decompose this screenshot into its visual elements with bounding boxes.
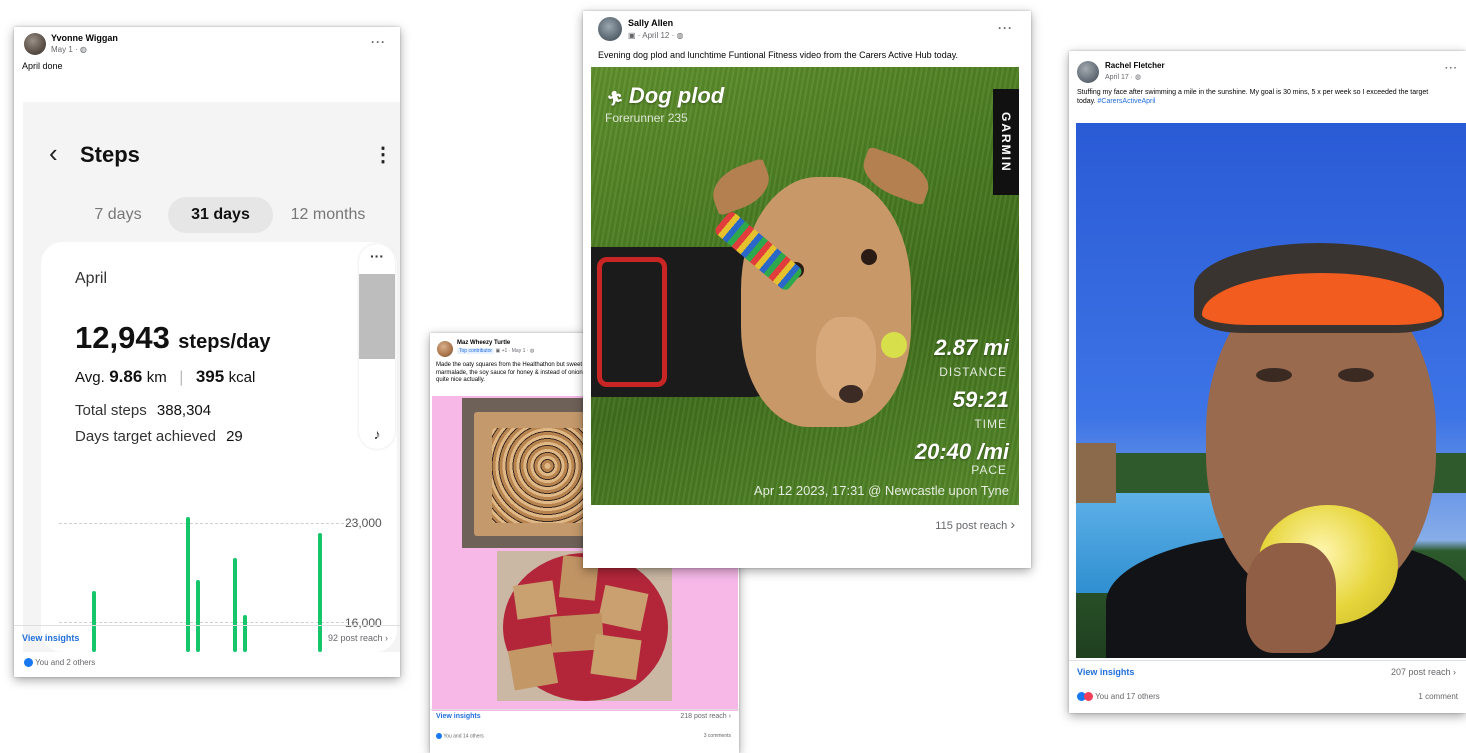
total-steps: Total steps 388,304: [75, 402, 212, 419]
chevron-right-icon: ›: [728, 713, 731, 720]
globe-icon: ◍: [1134, 74, 1142, 81]
grid-label-mid: 16,000: [345, 616, 382, 630]
scroll-track: [359, 274, 395, 359]
reactions[interactable]: You and 17 others: [1077, 692, 1160, 702]
author-name[interactable]: Rachel Fletcher: [1105, 61, 1165, 70]
chart-bar: [233, 558, 238, 652]
comments-count[interactable]: 1 comment: [1418, 692, 1458, 701]
post-reach[interactable]: 92 post reach ›: [328, 633, 388, 643]
more-options-icon[interactable]: ···: [1445, 63, 1458, 74]
post-date[interactable]: May 1 · ◍: [51, 45, 87, 54]
post-text: Stuffing my face after swimming a mile i…: [1077, 89, 1429, 105]
tab-12-months: 12 months: [290, 206, 366, 223]
grid-label-top: 23,000: [345, 516, 382, 530]
more-options-icon[interactable]: ···: [998, 21, 1013, 35]
post-reach[interactable]: 115 post reach ›: [935, 516, 1015, 532]
chart-bar: [195, 579, 200, 652]
dog-walk-photo: 🏃︎ Dog plod Forerunner 235 GARMIN 2.87 m…: [591, 67, 1019, 505]
pace-label: PACE: [971, 463, 1007, 477]
music-icon: ♪: [373, 426, 381, 442]
back-icon: ‹: [49, 138, 58, 168]
runner-icon: 🏃︎: [605, 90, 623, 106]
activity-title: 🏃︎ Dog plod: [605, 83, 725, 108]
view-insights-link[interactable]: View insights: [1077, 667, 1134, 677]
device-name: Forerunner 235: [605, 111, 688, 125]
avatar[interactable]: [598, 17, 622, 41]
steps-title: Steps: [80, 142, 140, 167]
like-icon: [24, 658, 33, 668]
love-icon: [1084, 692, 1093, 702]
plate-photo: [497, 551, 672, 701]
gridline-top: [59, 523, 359, 524]
steps-screenshot: ‹ Steps ⋮ 7 days 31 days 12 months April…: [23, 102, 400, 652]
steps-per-day: 12,943 steps/day: [75, 320, 271, 355]
more-icon: ···: [370, 248, 384, 264]
view-insights-link[interactable]: View insights: [436, 713, 481, 720]
post-date[interactable]: April 17 · ◍: [1105, 73, 1141, 81]
chart-bar: [318, 532, 323, 652]
chevron-right-icon: ›: [1010, 516, 1015, 532]
author-name[interactable]: Sally Allen: [628, 18, 673, 28]
pace-value: 20:40 /mi: [914, 439, 1009, 464]
more-options-icon[interactable]: ···: [371, 35, 386, 49]
garmin-logo: GARMIN: [993, 89, 1019, 195]
post-reach[interactable]: 218 post reach ›: [680, 713, 731, 720]
reactions[interactable]: You and 2 others: [24, 658, 95, 668]
reactions[interactable]: You and 14 others: [436, 733, 484, 739]
post-reach[interactable]: 207 post reach ›: [1391, 667, 1456, 677]
avatar[interactable]: [24, 33, 46, 55]
tab-7-days: 7 days: [94, 206, 142, 223]
post-card-rachel: Rachel Fletcher April 17 · ◍ ··· Stuffin…: [1069, 51, 1466, 713]
view-insights-link[interactable]: View insights: [22, 633, 79, 643]
globe-icon: ◍: [529, 348, 535, 354]
distance-value: 2.87 mi: [934, 335, 1009, 360]
post-text: April done: [22, 61, 63, 71]
post-card-yvonne: Yvonne Wiggan May 1 · ◍ ··· April done ‹…: [14, 27, 400, 677]
hashtag-link[interactable]: #CarersActiveApril: [1098, 98, 1156, 105]
month-label: April: [75, 270, 108, 287]
avg-distance: Avg. 9.86 km | 395 kcal: [75, 367, 256, 386]
post-text: Evening dog plod and lunchtime Funtional…: [598, 50, 959, 60]
chart-bar: [91, 590, 96, 652]
gridline-mid: [59, 622, 359, 623]
selfie-photo: [1076, 123, 1466, 658]
distance-label: DISTANCE: [939, 365, 1007, 379]
like-icon: [436, 733, 442, 739]
post-card-sally: Sally Allen ▣ · April 12 · ◍ ··· Evening…: [583, 11, 1031, 568]
time-value: 59:21: [952, 387, 1009, 412]
days-target: Days target achieved 29: [75, 428, 243, 445]
author-name[interactable]: Yvonne Wiggan: [51, 33, 118, 43]
comments-count[interactable]: 3 comments: [704, 733, 731, 739]
chart-bar: [186, 517, 191, 652]
avatar[interactable]: [437, 341, 453, 357]
author-name[interactable]: Maz Wheezy Turtle: [457, 340, 510, 346]
top-contributor-badge[interactable]: Top contributor: [457, 348, 495, 354]
photo-caption: Apr 12 2023, 17:31 @ Newcastle upon Tyne: [753, 483, 1009, 498]
chevron-right-icon: ›: [1453, 667, 1456, 677]
chevron-right-icon: ›: [385, 633, 388, 643]
tab-31-days: 31 days: [168, 197, 273, 233]
globe-icon: ◍: [676, 31, 684, 40]
side-panel: ··· ♪: [359, 244, 395, 449]
badge-icon: ▣: [495, 348, 501, 354]
avatar[interactable]: [1077, 61, 1099, 83]
chart-bar: [242, 614, 247, 652]
stats-card: April 12,943 steps/day Avg. 9.86 km | 39…: [41, 242, 397, 652]
post-meta[interactable]: Top contributor ▣ +1 · May 1 · ◍: [457, 348, 534, 354]
time-label: TIME: [974, 417, 1007, 431]
post-date[interactable]: ▣ · April 12 · ◍: [628, 31, 683, 40]
badge-icon: ▣: [628, 31, 636, 40]
menu-icon: ⋮: [373, 144, 393, 166]
globe-icon: ◍: [79, 45, 87, 54]
